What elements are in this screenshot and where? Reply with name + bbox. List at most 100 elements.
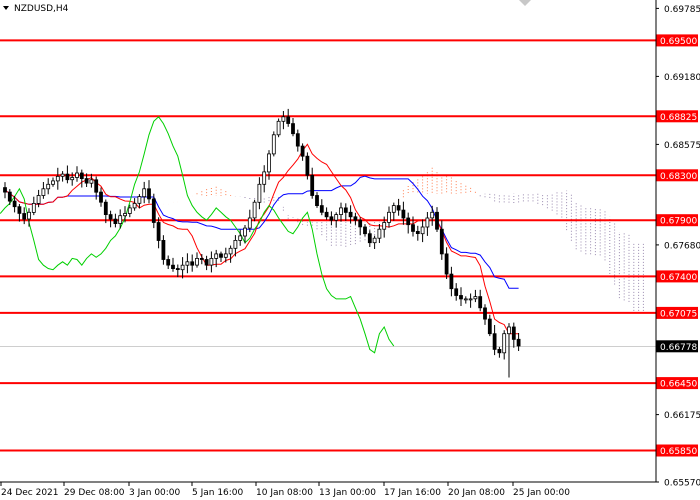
candle-body — [487, 318, 492, 335]
candle-body — [103, 201, 108, 215]
candle-body — [60, 173, 65, 177]
candle-body — [363, 226, 367, 235]
candle-body — [127, 207, 132, 214]
candle-body — [156, 222, 161, 241]
candle-body — [46, 183, 51, 190]
time-tick-label: 5 Jan 16:00 — [192, 488, 244, 498]
candle-body — [132, 202, 137, 209]
candle-body — [257, 183, 262, 203]
candle-body — [300, 145, 305, 157]
level-price-label: 0.67900 — [660, 217, 697, 227]
candle-body — [468, 298, 473, 301]
price-tick-label: 0.65570 — [664, 479, 700, 489]
candle-body — [286, 116, 291, 124]
candle-body — [84, 178, 89, 184]
candle-body — [22, 213, 27, 220]
candle-body — [243, 227, 247, 237]
candle-body — [238, 235, 243, 241]
candle-body — [204, 259, 209, 266]
candle-body — [118, 215, 123, 224]
price-chart: 0.69500 0.68825 0.68300 0.67900 0.67400 0.670… — [0, 0, 700, 500]
candle-body — [372, 237, 377, 244]
candle-body — [55, 175, 60, 182]
candle-body — [396, 205, 401, 211]
candle-body — [147, 188, 151, 200]
current-price-label: 0.66778 — [660, 343, 697, 353]
candle-body — [435, 211, 439, 230]
candle-body — [353, 216, 358, 221]
candle-body — [401, 209, 406, 219]
price-tick-label: 0.69180 — [664, 73, 700, 83]
candle-body — [334, 214, 339, 221]
candle-body — [516, 338, 521, 347]
candle-body — [7, 191, 12, 202]
candle-body — [113, 218, 118, 225]
candle-body — [324, 211, 329, 218]
candle-body — [3, 187, 7, 193]
time-tick-label: 17 Jan 16:00 — [384, 488, 441, 498]
candle-body — [387, 211, 391, 223]
candle-body — [295, 133, 300, 147]
candle-body — [17, 206, 22, 214]
candle-body — [123, 213, 127, 217]
candle-body — [377, 228, 382, 239]
candle-body — [411, 224, 415, 232]
candle-body — [492, 333, 497, 350]
price-tick-label: 0.69785 — [664, 5, 700, 15]
candle-body — [430, 211, 435, 219]
level-price-label: 0.68300 — [660, 172, 697, 182]
level-price-label: 0.65850 — [660, 447, 697, 457]
time-tick-label: 13 Jan 00:00 — [319, 488, 376, 498]
candle-body — [473, 296, 478, 300]
time-tick-label: 29 Dec 08:00 — [64, 488, 125, 498]
candle-body — [94, 179, 99, 193]
candle-body — [444, 253, 449, 275]
candle-body — [214, 253, 219, 259]
candle-body — [315, 195, 319, 207]
candle-body — [180, 264, 185, 271]
candle-body — [31, 202, 36, 213]
level-price-label: 0.68825 — [660, 113, 697, 123]
candle-body — [415, 230, 420, 234]
candle-body — [65, 173, 70, 181]
candle-body — [319, 205, 324, 213]
candle-body — [233, 239, 238, 249]
candle-body — [199, 257, 204, 260]
candle-body — [420, 226, 425, 235]
time-tick-label: 10 Jan 08:00 — [256, 488, 313, 498]
candle-body — [51, 180, 55, 185]
level-price-label: 0.69500 — [660, 37, 697, 47]
candle-body — [459, 295, 463, 300]
level-price-label: 0.67075 — [660, 309, 697, 319]
candle-body — [223, 253, 228, 258]
time-tick-label: 3 Jan 00:00 — [129, 488, 181, 498]
candle-body — [166, 259, 171, 266]
candle-body — [171, 264, 175, 270]
candle-body — [478, 296, 483, 309]
candle-body — [271, 134, 276, 155]
candle-body — [305, 155, 310, 176]
candle-body — [358, 219, 363, 228]
candle-body — [329, 216, 334, 221]
level-price-label: 0.67400 — [660, 273, 697, 283]
candle-body — [175, 268, 180, 271]
candle-body — [291, 123, 295, 135]
candle-body — [463, 298, 468, 301]
candle-body — [252, 201, 257, 219]
candle-body — [228, 247, 233, 255]
time-tick-label: 20 Jan 08:00 — [448, 488, 505, 498]
candle-body — [27, 211, 31, 220]
candle-body — [425, 217, 430, 228]
candle-body — [137, 196, 142, 204]
candle-body — [209, 257, 214, 266]
candle-body — [497, 348, 502, 354]
candle-body — [161, 239, 166, 260]
candle-body — [219, 253, 223, 258]
candle-body — [406, 217, 411, 226]
candle-body — [89, 179, 94, 184]
candle-body — [367, 233, 372, 244]
candle-body — [449, 273, 454, 290]
candle-body — [483, 307, 487, 320]
candle-body — [511, 326, 516, 340]
price-tick-label: 0.66175 — [664, 411, 700, 421]
